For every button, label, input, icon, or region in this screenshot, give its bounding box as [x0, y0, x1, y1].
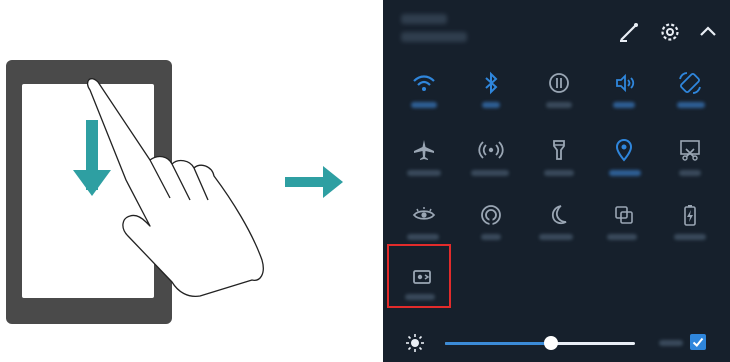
tile-label	[609, 170, 641, 176]
flashlight-icon[interactable]	[544, 135, 574, 165]
swipe-down-arrow	[73, 120, 111, 196]
tile-label	[407, 170, 441, 176]
brightness-slider-fill	[445, 342, 551, 345]
eye-comfort-icon[interactable]	[409, 200, 439, 230]
tile-label	[471, 170, 509, 176]
brightness-icon	[406, 334, 424, 352]
tile-label	[613, 102, 635, 108]
auto-rotate-icon[interactable]	[675, 68, 705, 98]
location-icon[interactable]	[609, 135, 639, 165]
auto-brightness-checkbox[interactable]	[690, 334, 706, 350]
tile-label	[677, 102, 705, 108]
screen-recorder-icon[interactable]	[407, 262, 437, 292]
status-blur-1	[401, 14, 447, 24]
tile-label	[407, 234, 439, 240]
wifi-icon[interactable]	[409, 68, 439, 98]
tile-label	[546, 102, 572, 108]
hotspot-icon[interactable]	[476, 135, 506, 165]
settings-icon[interactable]	[658, 20, 682, 44]
mobile-data-icon[interactable]	[544, 68, 574, 98]
check-icon	[692, 337, 704, 347]
tile-label	[482, 102, 500, 108]
brightness-slider-thumb[interactable]	[544, 336, 558, 350]
airplane-mode-icon[interactable]	[409, 135, 439, 165]
huawei-share-icon[interactable]	[609, 200, 639, 230]
tile-label	[539, 234, 573, 240]
hand-gesture	[86, 78, 264, 298]
edit-icon[interactable]	[617, 20, 641, 44]
screenshot-icon[interactable]	[675, 135, 705, 165]
tile-label	[679, 170, 701, 176]
collapse-chevron-icon[interactable]	[696, 20, 720, 44]
tile-label	[411, 102, 437, 108]
tile-label	[481, 234, 501, 240]
auto-brightness-label	[659, 340, 683, 346]
nfc-icon[interactable]	[476, 200, 506, 230]
tile-label	[544, 170, 574, 176]
tile-label	[674, 234, 706, 240]
notification-panel	[383, 0, 730, 362]
battery-saver-icon[interactable]	[675, 200, 705, 230]
tile-label	[607, 234, 637, 240]
do-not-disturb-icon[interactable]	[544, 200, 574, 230]
sound-icon[interactable]	[609, 68, 639, 98]
right-arrow	[285, 166, 343, 198]
tile-label	[405, 294, 435, 300]
status-blur-2	[401, 32, 467, 42]
swipe-gesture-illustration	[73, 78, 264, 298]
bluetooth-icon[interactable]	[476, 68, 506, 98]
